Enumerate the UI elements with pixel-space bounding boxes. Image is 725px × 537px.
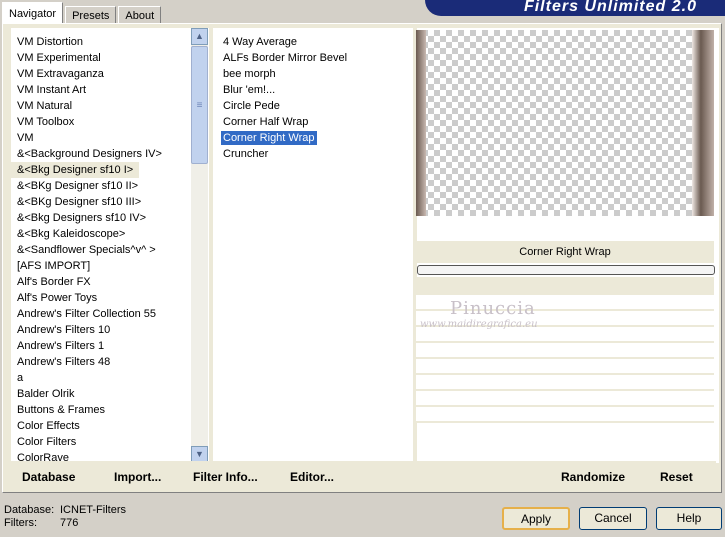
parameter-row (416, 391, 714, 407)
category-item[interactable]: Alf's Border FX (11, 274, 209, 290)
category-item[interactable]: Color Filters (11, 434, 209, 450)
category-item[interactable]: VM (11, 130, 209, 146)
filter-item[interactable]: Circle Pede (213, 98, 413, 114)
filter-item-label: Circle Pede (223, 100, 280, 112)
filter-item[interactable]: Corner Right Wrap (213, 130, 413, 146)
category-item[interactable]: &<BKg Designer sf10 II> (11, 178, 209, 194)
parameter-row (416, 343, 714, 359)
parameter-row (416, 407, 714, 423)
category-list[interactable]: VM Distortion VM Experimental VM Extravaga… (11, 28, 209, 463)
filter-item[interactable]: 4 Way Average (213, 34, 413, 50)
database-label: Database: (4, 504, 55, 516)
category-item[interactable]: Buttons & Frames (11, 402, 209, 418)
progress-bar (417, 265, 715, 275)
filter-item-label: Corner Half Wrap (223, 116, 309, 128)
category-item[interactable]: VM Distortion (11, 34, 209, 50)
editor-button[interactable]: Editor... (290, 470, 334, 484)
parameter-row (416, 375, 714, 391)
preview-image (416, 30, 714, 216)
filter-item-label: Blur 'em!... (223, 84, 276, 96)
parameter-row (416, 359, 714, 375)
filter-item[interactable]: bee morph (213, 66, 413, 82)
category-item[interactable]: Balder Olrik (11, 386, 209, 402)
reset-button[interactable]: Reset (660, 470, 693, 484)
filter-item-label: ALFs Border Mirror Bevel (223, 52, 348, 64)
tab-navigator[interactable]: Navigator (2, 2, 64, 24)
filter-item[interactable]: Corner Half Wrap (213, 114, 413, 130)
category-item[interactable]: &<Sandflower Specials^v^ > (11, 242, 209, 258)
import-button[interactable]: Import... (114, 470, 161, 484)
cancel-button[interactable]: Cancel (579, 507, 647, 530)
preview-left-border (416, 30, 426, 216)
category-item[interactable]: VM Extravaganza (11, 66, 209, 82)
category-item[interactable]: &<Background Designers IV> (11, 146, 209, 162)
category-item[interactable]: VM Experimental (11, 50, 209, 66)
apply-button[interactable]: Apply (502, 507, 570, 530)
database-button[interactable]: Database (22, 470, 75, 484)
scroll-thumb[interactable]: ≡ (191, 46, 208, 164)
filter-item[interactable]: Blur 'em!... (213, 82, 413, 98)
filters-count-label: Filters: (4, 517, 37, 529)
category-item[interactable]: Andrew's Filters 1 (11, 338, 209, 354)
category-item[interactable]: Andrew's Filters 10 (11, 322, 209, 338)
selected-filter-name: Corner Right Wrap (416, 241, 714, 263)
watermark: Pinuccia www.maidiregrafica.eu (420, 298, 538, 330)
category-item[interactable]: &<Bkg Designer sf10 I> (11, 162, 139, 178)
database-value: ICNET-Filters (60, 504, 126, 516)
category-item[interactable]: Andrew's Filters 48 (11, 354, 209, 370)
filter-item[interactable]: Cruncher (213, 146, 413, 162)
category-item[interactable]: a (11, 370, 209, 386)
filter-toolbar: Database Import... Filter Info... Editor… (10, 461, 716, 491)
filter-list[interactable]: 4 Way Average ALFs Border Mirror Bevel bee… (213, 28, 413, 463)
category-item[interactable]: Andrew's Filter Collection 55 (11, 306, 209, 322)
grip-icon: ≡ (196, 100, 203, 111)
tab-bar: Navigator Presets About (2, 2, 163, 24)
category-scrollbar[interactable]: ▲ ≡ ▼ (191, 28, 208, 463)
category-item[interactable]: Alf's Power Toys (11, 290, 209, 306)
category-item[interactable]: [AFS IMPORT] (11, 258, 209, 274)
app-title-banner: Filters Unlimited 2.0 (425, 0, 725, 16)
chevron-up-icon[interactable]: ▲ (191, 28, 208, 45)
category-item[interactable]: VM Natural (11, 98, 209, 114)
randomize-button[interactable]: Randomize (561, 470, 625, 484)
tab-about[interactable]: About (118, 6, 162, 24)
filter-item-label: bee morph (223, 68, 276, 80)
category-item[interactable]: &<Bkg Kaleidoscope> (11, 226, 209, 242)
parameter-row (416, 277, 714, 295)
category-item[interactable]: VM Instant Art (11, 82, 209, 98)
preview-right-border (692, 30, 714, 216)
tab-presets[interactable]: Presets (65, 6, 117, 24)
category-item[interactable]: &<BKg Designer sf10 III> (11, 194, 209, 210)
filter-item-label: Cruncher (223, 148, 269, 160)
filter-item-label: 4 Way Average (223, 36, 297, 48)
filter-item-label: Corner Right Wrap (221, 131, 317, 145)
watermark-name: Pinuccia (450, 298, 536, 319)
category-item[interactable]: &<Bkg Designers sf10 IV> (11, 210, 209, 226)
watermark-url: www.maidiregrafica.eu (420, 319, 538, 330)
filters-count-value: 776 (60, 517, 79, 529)
category-item[interactable]: VM Toolbox (11, 114, 209, 130)
filter-info-button[interactable]: Filter Info... (193, 470, 258, 484)
filter-item[interactable]: ALFs Border Mirror Bevel (213, 50, 413, 66)
status-info: Database: ICNET-Filters Filters: 776 (4, 504, 126, 530)
help-button[interactable]: Help (656, 507, 722, 530)
category-item[interactable]: Color Effects (11, 418, 209, 434)
